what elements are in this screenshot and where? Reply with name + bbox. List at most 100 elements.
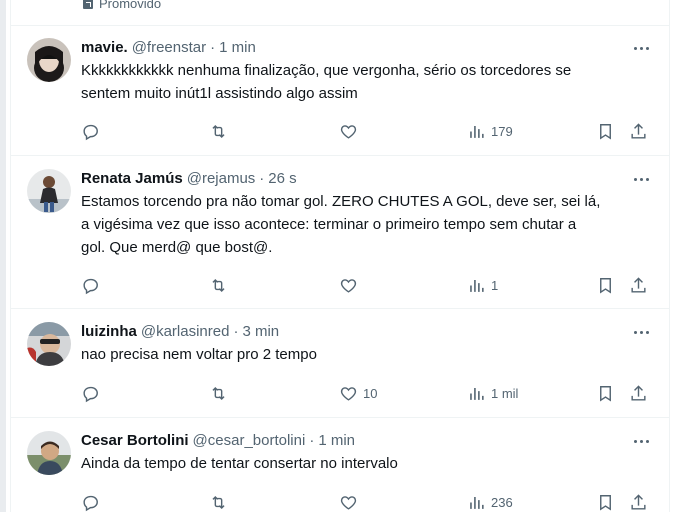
separator-dot: · — [233, 323, 239, 340]
like-button[interactable]: 10 — [339, 382, 377, 404]
reply-button[interactable] — [81, 491, 105, 512]
share-icon — [631, 493, 646, 510]
left-gutter — [0, 0, 6, 512]
share-icon — [631, 384, 646, 401]
tweet-text: Estamos torcendo pra não tomar gol. ZERO… — [81, 193, 601, 256]
avatar[interactable] — [27, 322, 71, 366]
tweet-time[interactable]: 26 s — [268, 169, 296, 189]
tweet[interactable]: mavie. @freenstar · 1 min Kkkkkkkkkkkk n… — [11, 26, 669, 156]
tweet-text: Kkkkkkkkkkkk nenhuma finalização, que ve… — [81, 62, 572, 102]
tweet-header: Renata Jamús @rejamus · 26 s — [81, 169, 653, 189]
retweet-icon — [212, 495, 225, 509]
author-handle[interactable]: @freenstar — [132, 38, 206, 58]
views-count: 1 mil — [491, 385, 519, 401]
views-count: 1 — [491, 277, 499, 293]
tweet[interactable]: luizinha @karlasinred · 3 min nao precis… — [11, 309, 669, 418]
like-button[interactable] — [339, 491, 363, 512]
avatar[interactable] — [27, 169, 71, 213]
views-count: 236 — [491, 494, 513, 510]
like-button[interactable] — [339, 120, 363, 142]
share-icon — [631, 276, 646, 293]
views-icon — [470, 387, 484, 400]
share-button[interactable] — [629, 120, 648, 142]
reply-icon — [83, 124, 98, 140]
separator-dot: · — [259, 170, 265, 187]
author-handle[interactable]: @cesar_bortolini — [193, 431, 306, 451]
tweet-text: nao precisa nem voltar pro 2 tempo — [81, 346, 317, 363]
tweet[interactable]: Cesar Bortolini @cesar_bortolini · 1 min… — [11, 418, 669, 512]
reply-icon — [83, 386, 98, 402]
bookmark-icon — [600, 385, 611, 402]
tweet[interactable]: Renata Jamús @rejamus · 26 s Estamos tor… — [11, 156, 669, 309]
retweet-button[interactable] — [209, 491, 233, 512]
views-button[interactable]: 179 — [467, 120, 513, 142]
avatar[interactable] — [27, 38, 71, 82]
separator-dot: · — [210, 39, 216, 56]
views-button[interactable]: 1 mil — [467, 382, 518, 404]
share-button[interactable] — [629, 491, 648, 512]
views-button[interactable]: 236 — [467, 491, 513, 512]
heart-icon — [340, 495, 357, 510]
timeline-viewport: Promovido mavie. @freenstar · 1 min Kkkk… — [0, 0, 689, 512]
tweet-header: luizinha @karlasinred · 3 min — [81, 322, 653, 342]
like-count: 10 — [363, 385, 378, 401]
reply-button[interactable] — [81, 120, 105, 142]
reply-button[interactable] — [81, 382, 105, 404]
avatar[interactable] — [27, 431, 71, 475]
views-count: 179 — [491, 123, 513, 139]
tweet-actions: 236 — [11, 491, 669, 512]
views-icon — [470, 125, 484, 138]
share-button[interactable] — [629, 274, 648, 296]
promoted-tweet-footer[interactable]: Promovido — [11, 0, 669, 26]
retweet-button[interactable] — [209, 382, 233, 404]
views-icon — [470, 496, 484, 509]
tweet-header: Cesar Bortolini @cesar_bortolini · 1 min — [81, 431, 653, 451]
tweet-text: Ainda da tempo de tentar consertar no in… — [81, 455, 398, 472]
share-button[interactable] — [629, 382, 648, 404]
author-name[interactable]: luizinha — [81, 322, 137, 342]
reply-button[interactable] — [81, 274, 105, 296]
bookmark-icon — [600, 494, 611, 511]
more-icon[interactable] — [629, 320, 653, 344]
bookmark-icon — [600, 277, 611, 294]
author-handle[interactable]: @rejamus — [187, 169, 256, 189]
separator-dot: · — [309, 432, 315, 449]
tweet-actions: 1 — [11, 274, 669, 296]
heart-icon — [340, 386, 357, 401]
tweet-header: mavie. @freenstar · 1 min — [81, 38, 653, 58]
tweet-time[interactable]: 3 min — [242, 322, 279, 342]
timeline: Promovido mavie. @freenstar · 1 min Kkkk… — [10, 0, 670, 512]
tweet-actions: 10 1 mil — [11, 382, 669, 404]
author-name[interactable]: Renata Jamús — [81, 169, 183, 189]
heart-icon — [340, 124, 357, 139]
retweet-icon — [212, 386, 225, 400]
bookmark-button[interactable] — [596, 274, 615, 296]
promoted-label: Promovido — [99, 0, 162, 11]
retweet-button[interactable] — [209, 274, 233, 296]
tweet-actions: 179 — [11, 120, 669, 142]
author-handle[interactable]: @karlasinred — [141, 322, 230, 342]
views-button[interactable]: 1 — [467, 274, 498, 296]
retweet-icon — [212, 124, 225, 138]
more-icon[interactable] — [629, 167, 653, 191]
bookmark-button[interactable] — [596, 491, 615, 512]
retweet-icon — [212, 278, 225, 292]
retweet-button[interactable] — [209, 120, 233, 142]
tweet-time[interactable]: 1 min — [219, 38, 256, 58]
like-button[interactable] — [339, 274, 363, 296]
views-icon — [470, 279, 484, 292]
author-name[interactable]: Cesar Bortolini — [81, 431, 189, 451]
bookmark-button[interactable] — [596, 382, 615, 404]
more-icon[interactable] — [629, 36, 653, 60]
promoted-label-row: Promovido — [83, 0, 161, 11]
more-icon[interactable] — [629, 429, 653, 453]
author-name[interactable]: mavie. — [81, 38, 128, 58]
reply-icon — [83, 495, 98, 511]
promoted-icon — [83, 0, 93, 9]
heart-icon — [340, 278, 357, 293]
tweet-time[interactable]: 1 min — [318, 431, 355, 451]
bookmark-icon — [600, 123, 611, 140]
bookmark-button[interactable] — [596, 120, 615, 142]
reply-icon — [83, 278, 98, 294]
share-icon — [631, 122, 646, 139]
